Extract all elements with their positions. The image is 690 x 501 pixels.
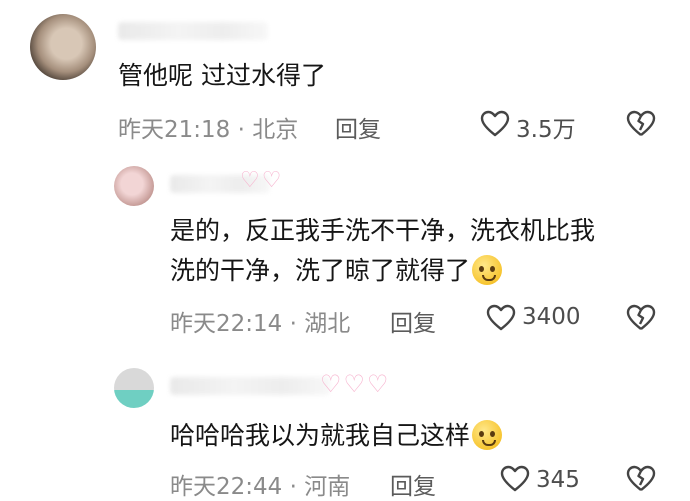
comment-text: 管他呢 过过水得了 — [118, 61, 326, 90]
like-count: 345 — [536, 467, 580, 493]
broken-heart-icon[interactable] — [626, 110, 656, 138]
pleading-face-emoji — [472, 255, 503, 285]
heart-outline-icon[interactable] — [486, 304, 516, 332]
decoration-hearts-icon: ♡♡ — [240, 168, 284, 193]
decoration-hearts-icon: ♡♡♡ — [320, 370, 391, 398]
avatar[interactable] — [30, 14, 96, 80]
heart-outline-icon[interactable] — [480, 110, 510, 138]
comment-meta: 昨天22:14 · 湖北 — [170, 311, 351, 337]
comment-text-line2: 洗的干净，洗了晾了就得了 — [170, 253, 503, 289]
avatar[interactable] — [114, 166, 154, 206]
like-count: 3.5万 — [516, 117, 576, 143]
comment-meta: 昨天21:18 · 北京 — [118, 117, 299, 143]
reply-button[interactable]: 回复 — [335, 110, 381, 144]
comment-text: 哈哈哈我以为就我自己这样 — [170, 418, 503, 454]
reply-button[interactable]: 回复 — [390, 304, 436, 338]
username-blurred[interactable] — [118, 22, 268, 40]
pleading-face-emoji — [472, 420, 503, 450]
broken-heart-icon[interactable] — [626, 304, 656, 332]
comment-text-line1: 是的，反正我手洗不干净，洗衣机比我 — [170, 216, 596, 245]
username-blurred[interactable] — [170, 377, 330, 395]
reply-button[interactable]: 回复 — [390, 467, 436, 501]
avatar[interactable] — [114, 368, 154, 408]
comment-meta: 昨天22:44 · 河南 — [170, 474, 351, 500]
heart-outline-icon[interactable] — [500, 465, 530, 493]
broken-heart-icon[interactable] — [626, 465, 656, 493]
like-count: 3400 — [522, 304, 581, 330]
